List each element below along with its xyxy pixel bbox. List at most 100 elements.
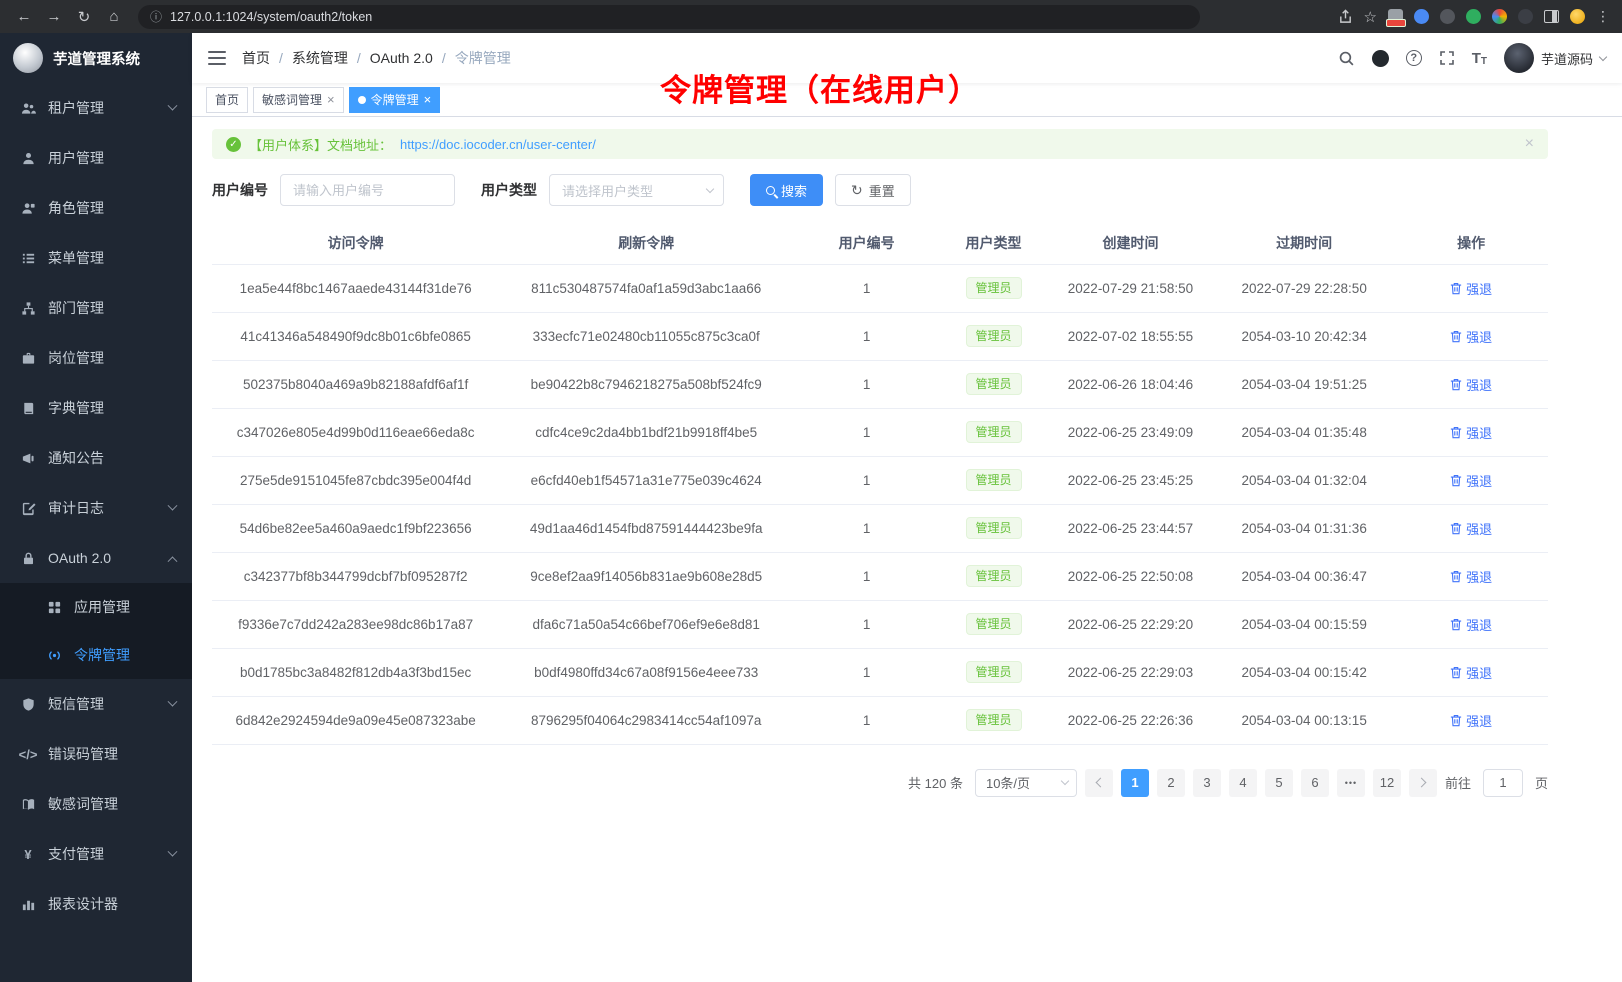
admin-badge: 管理员 (966, 469, 1022, 491)
close-icon[interactable]: × (327, 93, 335, 106)
extension-dark-icon[interactable] (1440, 9, 1455, 24)
tab-home[interactable]: 首页 (206, 87, 248, 113)
share-icon[interactable] (1338, 9, 1353, 24)
profile-avatar[interactable] (1570, 9, 1585, 24)
browser-menu-icon[interactable]: ⋮ (1596, 8, 1610, 25)
tags-view-bar: 首页 敏感词管理 × 令牌管理 × (192, 83, 1622, 117)
tab-label: 令牌管理 (371, 91, 419, 108)
user-id-input[interactable] (280, 174, 455, 206)
user-type-select[interactable]: 请选择用户类型 (549, 174, 724, 206)
sidebar-item-report-designer[interactable]: 报表设计器 (0, 879, 192, 929)
reset-button[interactable]: ↻ 重置 (835, 174, 911, 206)
force-logout-button[interactable]: 强退 (1450, 663, 1492, 682)
font-size-icon[interactable]: TT (1472, 50, 1487, 67)
sidebar-item-post[interactable]: 岗位管理 (0, 333, 192, 383)
more-pages-button[interactable]: ••• (1337, 769, 1365, 797)
extension-icon[interactable] (1388, 9, 1403, 24)
tab-token-manage[interactable]: 令牌管理 × (349, 87, 441, 113)
breadcrumb-home[interactable]: 首页 (242, 48, 270, 68)
select-placeholder: 请选择用户类型 (562, 181, 653, 200)
sidebar-item-tenant[interactable]: 租户管理 (0, 83, 192, 133)
force-logout-button[interactable]: 强退 (1450, 711, 1492, 730)
access-token-cell: 275e5de9151045fe87cbdc395e004f4d (212, 456, 499, 504)
search-icon[interactable] (1338, 50, 1355, 67)
sidebar-item-audit-log[interactable]: 审计日志 (0, 483, 192, 533)
page-button-4[interactable]: 4 (1229, 769, 1257, 797)
bar-chart-icon (20, 897, 36, 912)
app-logo: 芋道管理系统 (0, 33, 192, 83)
search-button[interactable]: 搜索 (750, 174, 823, 206)
browser-home-button[interactable]: ⌂ (102, 5, 126, 29)
page-button-3[interactable]: 3 (1193, 769, 1221, 797)
app-window: 芋道管理系统 租户管理 用户管理 角色管理 菜单管理 部 (0, 33, 1622, 982)
actions-cell: 强退 (1394, 360, 1548, 408)
page-button-2[interactable]: 2 (1157, 769, 1185, 797)
doc-link[interactable]: https://doc.iocoder.cn/user-center/ (400, 137, 596, 152)
user-type-label: 用户类型 (481, 180, 537, 200)
extension-gray-icon[interactable] (1518, 9, 1533, 24)
sidebar-item-user[interactable]: 用户管理 (0, 133, 192, 183)
browser-refresh-button[interactable]: ↻ (72, 5, 96, 29)
force-logout-button[interactable]: 强退 (1450, 519, 1492, 538)
sidebar-item-app-manage[interactable]: 应用管理 (0, 583, 192, 631)
breadcrumb-oauth2[interactable]: OAuth 2.0 (370, 50, 433, 66)
goto-page-input[interactable] (1483, 769, 1523, 797)
github-icon[interactable] (1372, 50, 1389, 67)
sidebar-item-menu[interactable]: 菜单管理 (0, 233, 192, 283)
chevron-down-icon (168, 696, 178, 706)
refresh-token-cell: be90422b8c7946218275a508bf524fc9 (499, 360, 793, 408)
extension-blue-icon[interactable] (1414, 9, 1429, 24)
extension-green-icon[interactable] (1466, 9, 1481, 24)
extension-colorful-icon[interactable] (1492, 9, 1507, 24)
sidebar-item-dict[interactable]: 字典管理 (0, 383, 192, 433)
sidebar-item-error-code[interactable]: </> 错误码管理 (0, 729, 192, 779)
tab-sensitive-word[interactable]: 敏感词管理 × (253, 87, 344, 113)
force-logout-button[interactable]: 强退 (1450, 375, 1492, 394)
user-dropdown[interactable]: 芋道源码 (1504, 43, 1606, 73)
fullscreen-icon[interactable] (1439, 50, 1455, 66)
breadcrumb-system[interactable]: 系统管理 (292, 48, 348, 68)
prev-page-button[interactable] (1085, 769, 1113, 797)
next-page-button[interactable] (1409, 769, 1437, 797)
app-title: 芋道管理系统 (53, 48, 140, 69)
sidebar-item-dept[interactable]: 部门管理 (0, 283, 192, 333)
user-id-cell: 1 (793, 360, 940, 408)
org-tree-icon (20, 301, 36, 316)
bookmark-star-icon[interactable]: ☆ (1364, 8, 1377, 26)
sidebar-item-notice[interactable]: 通知公告 (0, 433, 192, 483)
page-button-12[interactable]: 12 (1373, 769, 1401, 797)
browser-back-button[interactable]: ← (12, 5, 36, 29)
alert-close-icon[interactable]: × (1525, 136, 1534, 152)
sidebar-item-label: 审计日志 (48, 498, 104, 518)
user-id-cell: 1 (793, 264, 940, 312)
navbar-tools: ? TT 芋道源码 (1338, 43, 1606, 73)
sidebar-item-token-manage[interactable]: 令牌管理 (0, 631, 192, 679)
force-logout-button[interactable]: 强退 (1450, 615, 1492, 634)
user-avatar (1504, 43, 1534, 73)
page-info-icon[interactable]: ⓘ (150, 8, 162, 25)
force-logout-button[interactable]: 强退 (1450, 327, 1492, 346)
force-logout-button[interactable]: 强退 (1450, 567, 1492, 586)
sidebar-item-sensitive-word[interactable]: 敏感词管理 (0, 779, 192, 829)
page-size-select[interactable]: 10条/页 (975, 769, 1077, 797)
collapse-sidebar-icon[interactable] (208, 51, 226, 65)
sidebar-item-role[interactable]: 角色管理 (0, 183, 192, 233)
table-row: 1ea5e44f8bc1467aaede43144f31de76 811c530… (212, 264, 1548, 312)
force-logout-button[interactable]: 强退 (1450, 279, 1492, 298)
browser-forward-button[interactable]: → (42, 5, 66, 29)
help-icon[interactable]: ? (1406, 50, 1422, 66)
force-logout-button[interactable]: 强退 (1450, 471, 1492, 490)
user-id-cell: 1 (793, 696, 940, 744)
force-logout-button[interactable]: 强退 (1450, 423, 1492, 442)
user-type-cell: 管理员 (940, 360, 1047, 408)
megaphone-icon (20, 451, 36, 466)
sidebar-item-sms[interactable]: 短信管理 (0, 679, 192, 729)
page-button-6[interactable]: 6 (1301, 769, 1329, 797)
address-bar[interactable]: ⓘ 127.0.0.1:1024/system/oauth2/token (138, 5, 1200, 29)
page-button-1[interactable]: 1 (1121, 769, 1149, 797)
close-icon[interactable]: × (424, 93, 432, 106)
sidebar-item-pay[interactable]: ¥ 支付管理 (0, 829, 192, 879)
split-view-icon[interactable] (1544, 10, 1559, 23)
page-button-5[interactable]: 5 (1265, 769, 1293, 797)
sidebar-item-oauth2[interactable]: OAuth 2.0 (0, 533, 192, 583)
